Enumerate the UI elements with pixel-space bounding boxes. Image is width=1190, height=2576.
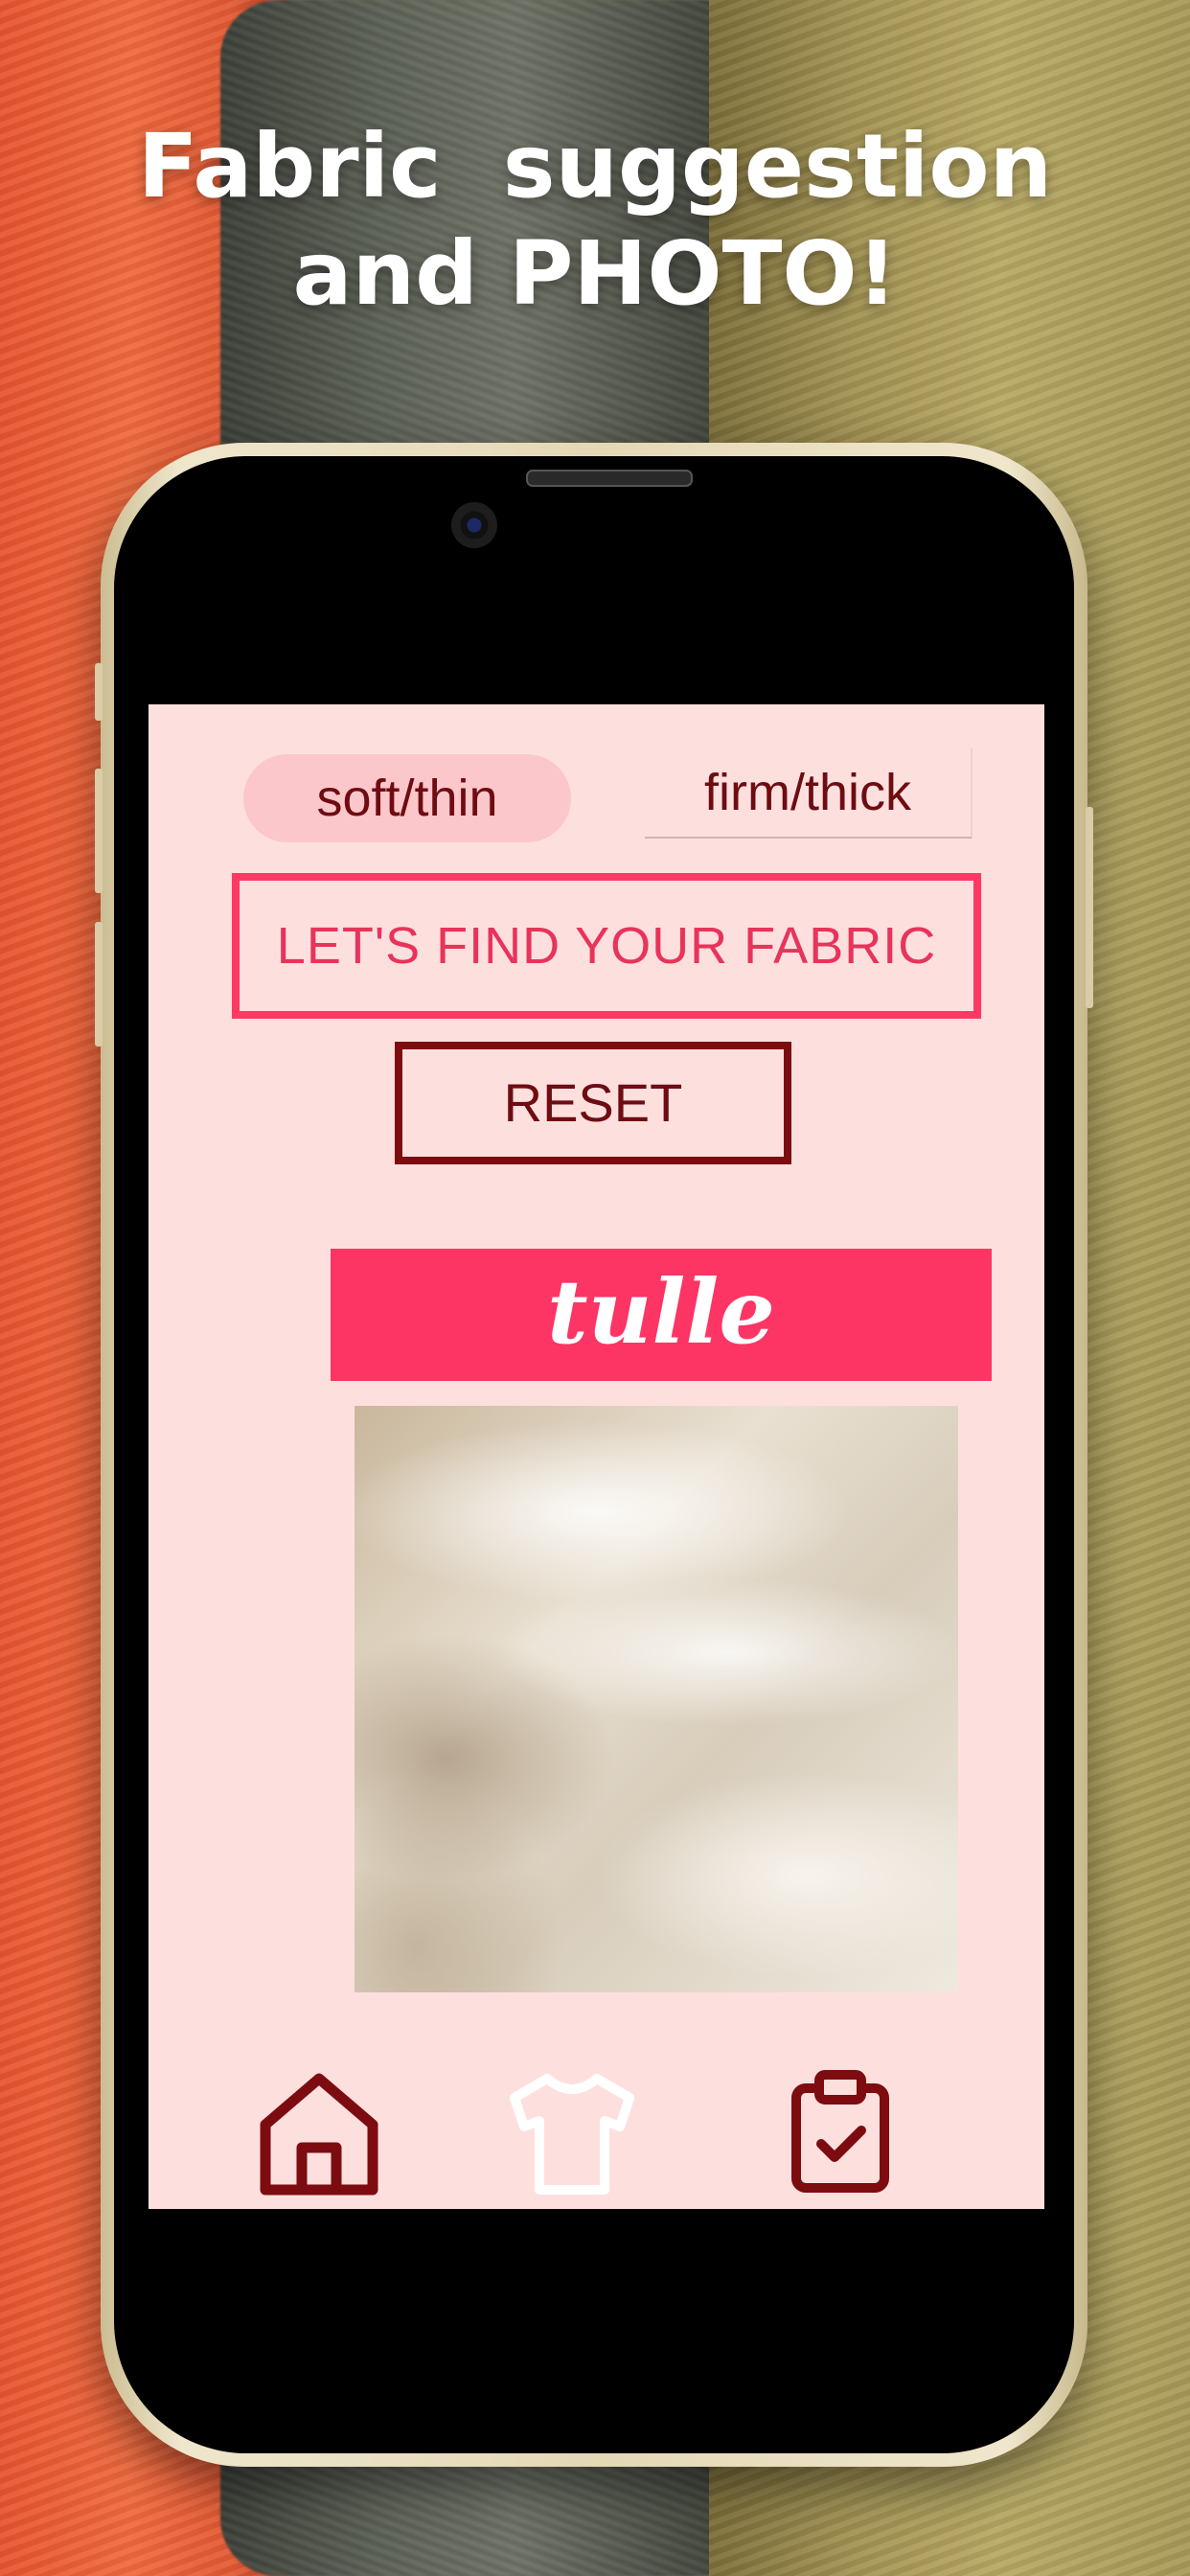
home-icon xyxy=(260,2073,378,2196)
headline-line-1: Fabric suggestion xyxy=(137,115,1053,218)
power-button xyxy=(1086,807,1093,1008)
mute-switch xyxy=(95,663,103,721)
shirt-icon xyxy=(510,2074,634,2195)
nav-home[interactable] xyxy=(252,2065,386,2199)
fabric-name-banner: tulle xyxy=(331,1249,992,1381)
tab-firm-thick[interactable]: firm/thick xyxy=(645,748,973,839)
app-screen: soft/thin firm/thick LET'S FIND YOUR FAB… xyxy=(149,704,1044,2209)
volume-down-button xyxy=(95,922,103,1046)
front-camera xyxy=(451,502,497,548)
nav-checklist[interactable] xyxy=(773,2065,907,2199)
volume-up-button xyxy=(95,769,103,893)
tab-soft-thin[interactable]: soft/thin xyxy=(243,754,571,842)
clipboard-check-icon xyxy=(791,2070,889,2193)
find-fabric-button[interactable]: LET'S FIND YOUR FABRIC xyxy=(232,873,981,1019)
speaker-grille xyxy=(526,470,693,487)
nav-clothing[interactable] xyxy=(505,2065,639,2199)
promo-headline: Fabric suggestion and PHOTO! xyxy=(0,113,1190,328)
fabric-photo xyxy=(355,1406,958,1992)
headline-line-2: and PHOTO! xyxy=(292,222,898,325)
reset-button[interactable]: RESET xyxy=(395,1042,791,1164)
bottom-navigation xyxy=(149,2065,1044,2199)
